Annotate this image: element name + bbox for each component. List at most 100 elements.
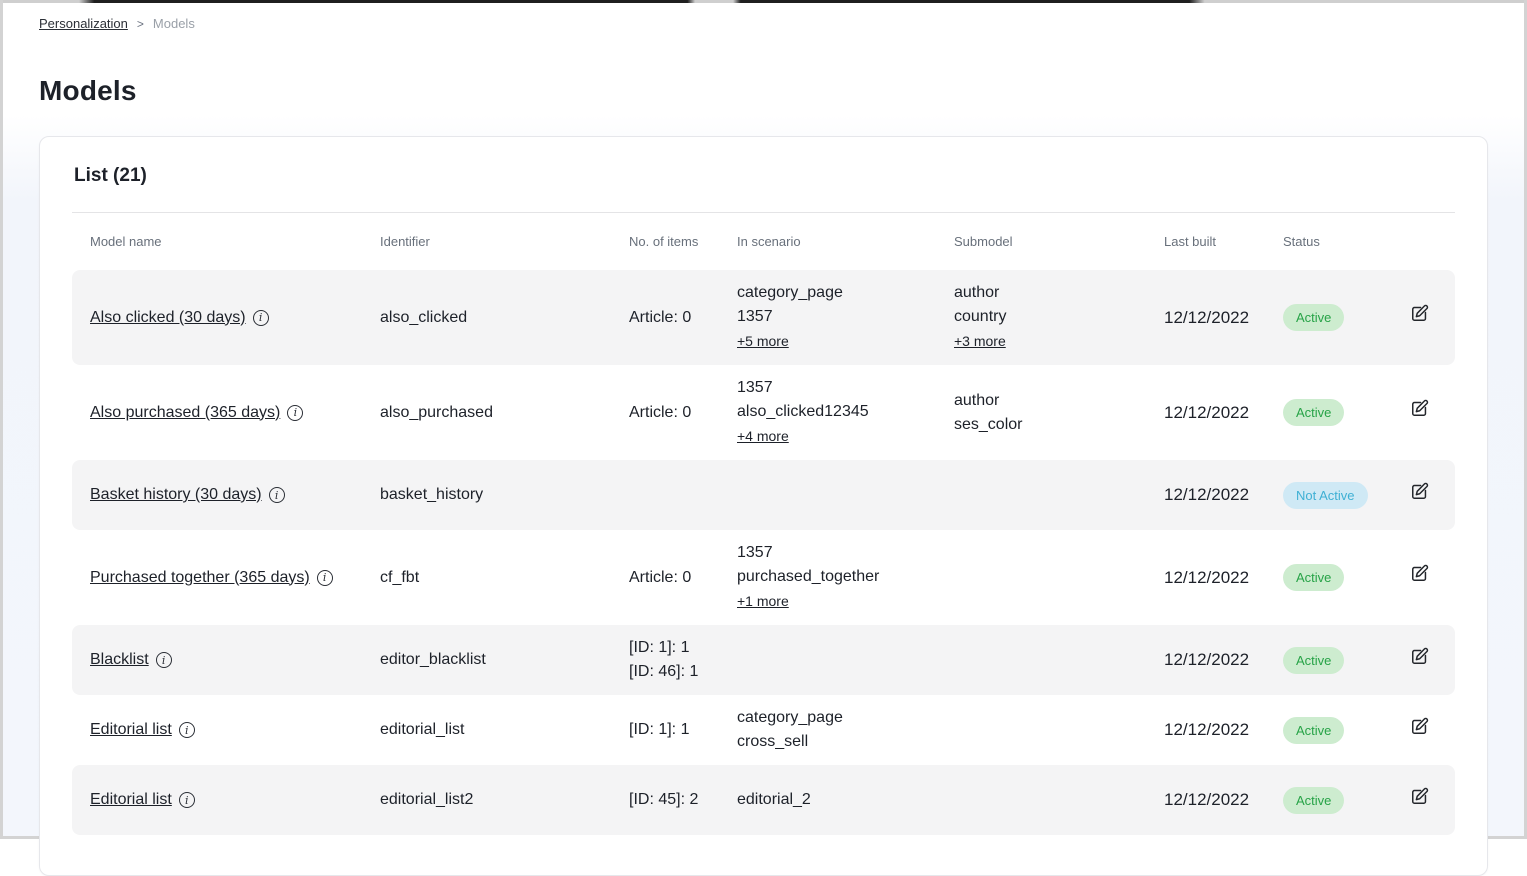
last-built-cell: 12/12/2022 xyxy=(1164,483,1283,507)
table-row: Purchased together (365 days)icf_fbtArti… xyxy=(72,530,1455,625)
edit-cell xyxy=(1408,480,1455,510)
info-icon[interactable]: i xyxy=(179,792,195,808)
submodel-cell: authorcountry+3 more xyxy=(954,281,1164,354)
table-row: Basket history (30 days) i basket_history 1… xyxy=(72,460,1455,530)
edit-button[interactable] xyxy=(1408,303,1430,325)
identifier-cell: cf_fbt xyxy=(380,566,629,590)
items-cell: [ID: 1]: 1[ID: 46]: 1 xyxy=(629,636,737,684)
items-line: Article: 0 xyxy=(629,401,723,425)
edit-button[interactable] xyxy=(1408,785,1430,807)
identifier-cell: editor_blacklist xyxy=(380,648,629,672)
scenario-more-link[interactable]: +5 more xyxy=(737,329,789,353)
scenario-line: purchased_together xyxy=(737,565,940,589)
items-line: [ID: 45]: 2 xyxy=(629,788,723,812)
edit-button[interactable] xyxy=(1408,645,1430,667)
column-header-no-of-items: No. of items xyxy=(629,230,737,254)
breadcrumb-separator-icon: > xyxy=(137,17,144,31)
edit-cell xyxy=(1408,785,1455,815)
model-name-link[interactable]: Also clicked (30 days) xyxy=(90,306,246,330)
status-cell: Active xyxy=(1283,564,1408,591)
model-name-link[interactable]: Basket history (30 days) xyxy=(90,483,262,507)
edit-button[interactable] xyxy=(1408,398,1430,420)
model-name-link[interactable]: Also purchased (365 days) xyxy=(90,401,280,425)
edit-icon xyxy=(1409,303,1430,324)
table-body: Also clicked (30 days)ialso_clickedArtic… xyxy=(72,270,1455,835)
model-name-cell: Also clicked (30 days) i xyxy=(90,306,380,330)
last-built-cell: 12/12/2022 xyxy=(1164,788,1283,812)
status-cell: Active xyxy=(1283,304,1408,331)
info-icon[interactable]: i xyxy=(287,405,303,421)
scenario-cell: 1357also_clicked12345+4 more xyxy=(737,376,954,449)
items-line: Article: 0 xyxy=(629,306,723,330)
info-icon[interactable]: i xyxy=(253,310,269,326)
scenario-cell: category_pagecross_sell xyxy=(737,706,954,754)
model-name-cell: Purchased together (365 days) i xyxy=(90,566,380,590)
info-icon[interactable]: i xyxy=(156,652,172,668)
submodel-line: author xyxy=(954,389,1150,413)
model-name-link[interactable]: Purchased together (365 days) xyxy=(90,566,310,590)
model-name-cell: Basket history (30 days) i xyxy=(90,483,380,507)
scenario-line: category_page xyxy=(737,706,940,730)
list-count-heading: List (21) xyxy=(74,165,1455,187)
edit-cell xyxy=(1408,398,1455,428)
status-cell: Not Active xyxy=(1283,482,1408,509)
edit-cell xyxy=(1408,645,1455,675)
model-name-link[interactable]: Editorial list xyxy=(90,718,172,742)
status-cell: Active xyxy=(1283,717,1408,744)
items-cell: Article: 0 xyxy=(629,401,737,425)
scenario-cell: category_page1357+5 more xyxy=(737,281,954,354)
items-cell: Article: 0 xyxy=(629,306,737,330)
status-cell: Active xyxy=(1283,399,1408,426)
scenario-more-link[interactable]: +4 more xyxy=(737,424,789,448)
edit-button[interactable] xyxy=(1408,480,1430,502)
table-row: Also clicked (30 days)ialso_clickedArtic… xyxy=(72,270,1455,365)
column-header-status: Status xyxy=(1283,230,1408,254)
scenario-more-link[interactable]: +1 more xyxy=(737,589,789,613)
edit-icon xyxy=(1409,646,1430,667)
edit-cell xyxy=(1408,563,1455,593)
last-built-cell: 12/12/2022 xyxy=(1164,566,1283,590)
identifier-cell: editorial_list xyxy=(380,718,629,742)
edit-icon xyxy=(1409,481,1430,502)
table-header-row: Model name Identifier No. of items In sc… xyxy=(72,213,1455,270)
last-built-cell: 12/12/2022 xyxy=(1164,648,1283,672)
table-row: Editorial listieditorial_list[ID: 1]: 1c… xyxy=(72,695,1455,765)
model-name-link[interactable]: Blacklist xyxy=(90,648,149,672)
identifier-cell: also_purchased xyxy=(380,401,629,425)
model-name-cell: Also purchased (365 days) i xyxy=(90,401,380,425)
status-badge: Active xyxy=(1283,564,1344,591)
breadcrumb-models: Models xyxy=(153,16,195,31)
status-badge: Active xyxy=(1283,647,1344,674)
edit-icon xyxy=(1409,716,1430,737)
last-built-cell: 12/12/2022 xyxy=(1164,306,1283,330)
scenario-cell: editorial_2 xyxy=(737,788,954,812)
page-title: Models xyxy=(39,75,1488,107)
identifier-cell: editorial_list2 xyxy=(380,788,629,812)
scenario-line: 1357 xyxy=(737,376,940,400)
column-header-identifier: Identifier xyxy=(380,230,629,254)
scenario-line: editorial_2 xyxy=(737,788,940,812)
status-badge: Active xyxy=(1283,787,1344,814)
breadcrumb-personalization[interactable]: Personalization xyxy=(39,16,128,31)
model-name-cell: Blacklist i xyxy=(90,648,380,672)
info-icon[interactable]: i xyxy=(317,570,333,586)
model-name-link[interactable]: Editorial list xyxy=(90,788,172,812)
edit-button[interactable] xyxy=(1408,715,1430,737)
edit-button[interactable] xyxy=(1408,563,1430,585)
submodel-line: author xyxy=(954,281,1150,305)
edit-icon xyxy=(1409,563,1430,584)
breadcrumb: Personalization > Models xyxy=(3,0,1524,31)
column-header-last-built: Last built xyxy=(1164,230,1283,254)
submodel-more-link[interactable]: +3 more xyxy=(954,329,1006,353)
info-icon[interactable]: i xyxy=(269,487,285,503)
identifier-cell: basket_history xyxy=(380,483,629,507)
status-cell: Active xyxy=(1283,647,1408,674)
status-badge: Active xyxy=(1283,304,1344,331)
items-line: [ID: 46]: 1 xyxy=(629,660,723,684)
last-built-cell: 12/12/2022 xyxy=(1164,718,1283,742)
info-icon[interactable]: i xyxy=(179,722,195,738)
model-name-cell: Editorial list i xyxy=(90,788,380,812)
status-badge: Active xyxy=(1283,717,1344,744)
model-name-cell: Editorial list i xyxy=(90,718,380,742)
submodel-line: ses_color xyxy=(954,413,1150,437)
